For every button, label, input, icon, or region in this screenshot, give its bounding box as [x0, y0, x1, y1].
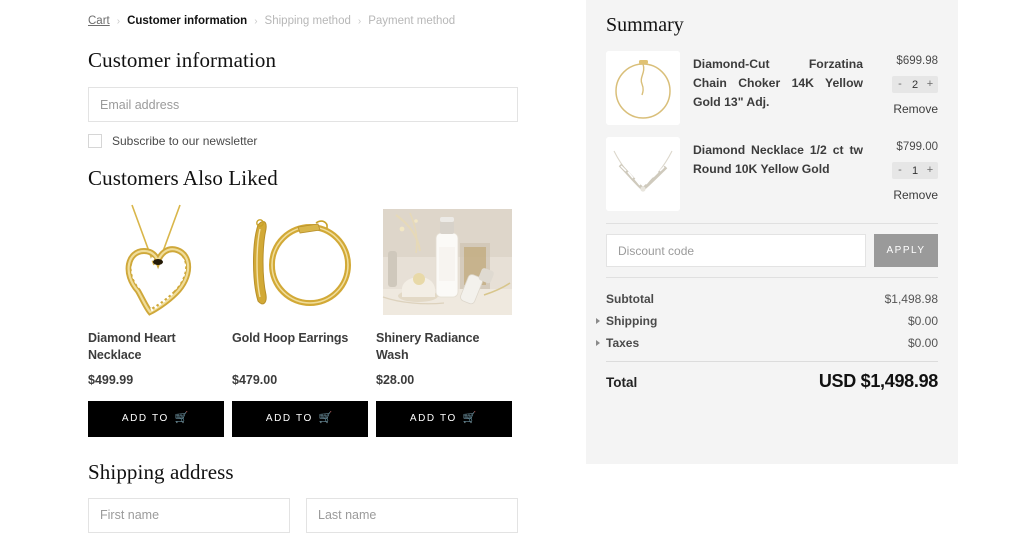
remove-item-button[interactable]: Remove	[893, 102, 938, 116]
customer-information-heading: Customer information	[88, 48, 518, 73]
product-price: $28.00	[376, 373, 512, 387]
cart-icon: 🛒	[319, 413, 334, 424]
shipping-label: Shipping	[606, 314, 657, 328]
summary-heading: Summary	[606, 14, 938, 37]
summary-item-price: $699.98	[896, 55, 938, 67]
summary-item-controls: $799.00 - 1 + Remove	[876, 137, 938, 211]
summary-line-item: Diamond-Cut Forzatina Chain Choker 14K Y…	[606, 51, 938, 125]
taxes-label-text: Taxes	[606, 336, 639, 350]
summary-item-details: Diamond Necklace 1/2 ct tw Round 10K Yel…	[693, 137, 863, 211]
breadcrumb-separator-icon: ›	[117, 16, 120, 27]
newsletter-checkbox[interactable]	[88, 134, 102, 148]
discount-code-input[interactable]	[606, 234, 866, 267]
summary-item-thumbnail-chain-choker[interactable]	[606, 51, 680, 125]
summary-item-name: Diamond-Cut Forzatina Chain Choker 14K Y…	[693, 55, 863, 112]
summary-item-details: Diamond-Cut Forzatina Chain Choker 14K Y…	[693, 51, 863, 125]
quantity-stepper[interactable]: - 2 +	[892, 76, 938, 93]
chevron-right-icon[interactable]	[596, 340, 600, 346]
total-value: USD $1,498.98	[819, 371, 938, 392]
product-name: Shinery Radiance Wash	[376, 330, 512, 364]
breadcrumb-item-shipping-method[interactable]: Shipping method	[265, 15, 351, 27]
breadcrumb-item-payment-method[interactable]: Payment method	[368, 15, 455, 27]
cart-icon: 🛒	[463, 413, 478, 424]
cart-icon: 🛒	[175, 413, 190, 424]
quantity-stepper[interactable]: - 1 +	[892, 162, 938, 179]
summary-item-price: $799.00	[896, 141, 938, 153]
email-field-wrapper	[88, 87, 518, 122]
product-name: Gold Hoop Earrings	[232, 330, 368, 347]
summary-item-name: Diamond Necklace 1/2 ct tw Round 10K Yel…	[693, 141, 863, 179]
product-image-diamond-heart-necklace[interactable]	[88, 203, 224, 321]
product-card[interactable]: Shinery Radiance Wash $28.00	[376, 203, 512, 387]
customers-also-liked-heading: Customers Also Liked	[88, 166, 518, 191]
quantity-value: 1	[910, 165, 920, 177]
add-to-cart-label: ADD TO	[122, 413, 169, 424]
product-price: $499.99	[88, 373, 224, 387]
recommended-products-grid: Diamond Heart Necklace $499.99	[88, 203, 518, 387]
grand-total-row: Total USD $1,498.98	[606, 366, 938, 392]
add-to-cart-button[interactable]: ADD TO 🛒	[88, 401, 224, 437]
breadcrumb-item-cart[interactable]: Cart	[88, 15, 110, 27]
product-card[interactable]: Diamond Heart Necklace $499.99	[88, 203, 224, 387]
subtotal-value: $1,498.98	[885, 292, 938, 306]
quantity-decrement-button[interactable]: -	[896, 79, 904, 90]
quantity-increment-button[interactable]: +	[926, 165, 934, 176]
product-image-shinery-radiance-wash[interactable]	[376, 203, 512, 321]
taxes-row[interactable]: Taxes $0.00	[606, 332, 938, 354]
breadcrumb-separator-icon: ›	[254, 16, 257, 27]
product-name: Diamond Heart Necklace	[88, 330, 224, 364]
summary-line-item: Diamond Necklace 1/2 ct tw Round 10K Yel…	[606, 137, 938, 211]
divider	[606, 361, 938, 362]
summary-item-controls: $699.98 - 2 + Remove	[876, 51, 938, 125]
divider	[606, 223, 938, 224]
remove-item-button[interactable]: Remove	[893, 188, 938, 202]
add-to-cart-label: ADD TO	[410, 413, 457, 424]
name-fields-row	[88, 498, 518, 533]
product-card[interactable]: Gold Hoop Earrings $479.00	[232, 203, 368, 387]
checkout-main-column: Cart › Customer information › Shipping m…	[88, 0, 518, 540]
add-to-cart-button-row: ADD TO 🛒 ADD TO 🛒 ADD TO 🛒	[88, 401, 518, 437]
shipping-row[interactable]: Shipping $0.00	[606, 310, 938, 332]
shipping-label-text: Shipping	[606, 314, 657, 328]
shipping-address-heading: Shipping address	[88, 460, 518, 485]
subtotal-label: Subtotal	[606, 292, 654, 306]
order-summary-panel: Summary Diamond-Cut Forzatina Chain Chok…	[586, 0, 958, 464]
quantity-decrement-button[interactable]: -	[896, 165, 904, 176]
add-to-cart-button[interactable]: ADD TO 🛒	[376, 401, 512, 437]
first-name-field[interactable]	[88, 498, 290, 533]
breadcrumb-item-customer-information[interactable]: Customer information	[127, 15, 247, 27]
breadcrumb: Cart › Customer information › Shipping m…	[88, 0, 518, 27]
chevron-right-icon[interactable]	[596, 318, 600, 324]
checkout-page: Cart › Customer information › Shipping m…	[0, 0, 1024, 540]
spacer	[232, 347, 368, 364]
quantity-increment-button[interactable]: +	[926, 79, 934, 90]
taxes-label: Taxes	[606, 336, 639, 350]
apply-discount-button[interactable]: APPLY	[874, 234, 938, 267]
breadcrumb-separator-icon: ›	[358, 16, 361, 27]
product-image-gold-hoop-earrings[interactable]	[232, 203, 368, 321]
product-price: $479.00	[232, 373, 368, 387]
email-field[interactable]	[88, 87, 518, 122]
last-name-field[interactable]	[306, 498, 518, 533]
quantity-value: 2	[910, 79, 920, 91]
total-label: Total	[606, 375, 637, 390]
summary-item-thumbnail-diamond-necklace[interactable]	[606, 137, 680, 211]
add-to-cart-button[interactable]: ADD TO 🛒	[232, 401, 368, 437]
discount-code-row: APPLY	[606, 234, 938, 267]
add-to-cart-label: ADD TO	[266, 413, 313, 424]
taxes-value: $0.00	[908, 336, 938, 350]
subtotal-row: Subtotal $1,498.98	[606, 288, 938, 310]
shipping-value: $0.00	[908, 314, 938, 328]
newsletter-label: Subscribe to our newsletter	[112, 134, 257, 148]
divider	[606, 277, 938, 278]
newsletter-checkbox-row[interactable]: Subscribe to our newsletter	[88, 134, 518, 148]
